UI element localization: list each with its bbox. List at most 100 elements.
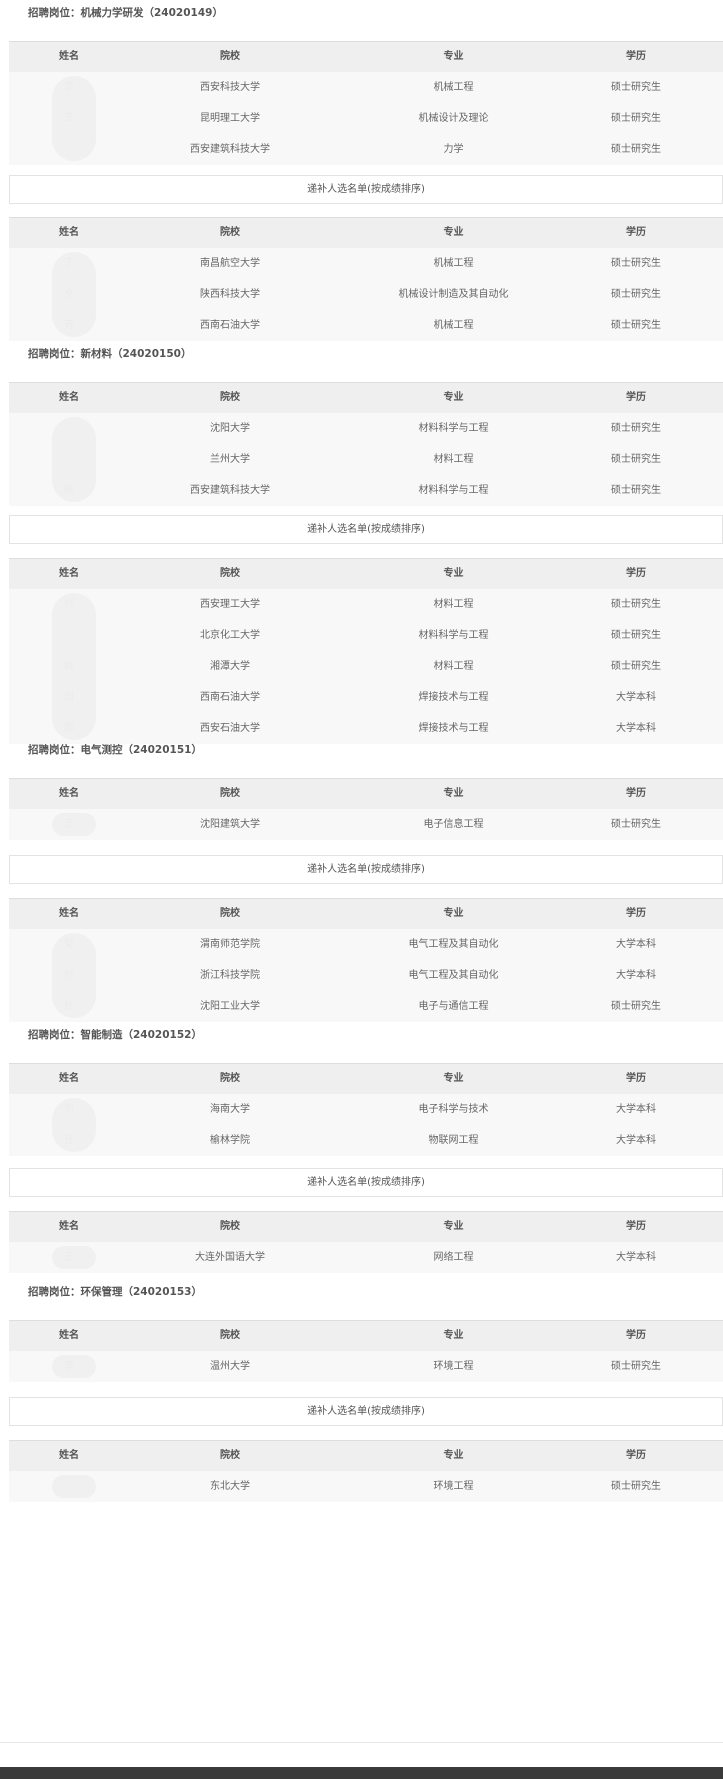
cell-major: 网络工程: [433, 1252, 474, 1263]
hired-table: 姓名院校专业学历刘海南大学电子科学与技术大学本科任榆林学院物联网工程大学本科: [0, 1063, 723, 1156]
cell-major: 材料工程: [433, 599, 474, 610]
cell-degree: 大学本科: [616, 970, 656, 981]
cell-degree: 大学本科: [616, 1252, 656, 1263]
section-title: 招聘岗位：环保管理（24020153）: [28, 1286, 202, 1298]
backup-table: 姓名 院校 专业 学历 东北大学 环境工程 硕士研究生: [0, 1440, 723, 1502]
cell-degree: 大学本科: [616, 939, 656, 950]
cell-school: 西安建筑科技大学: [190, 144, 270, 155]
cell-major: 力学: [443, 144, 464, 155]
column-header-major: 专业: [443, 1450, 464, 1461]
cell-degree: 大学本科: [616, 692, 656, 703]
name-redaction-blur: [52, 1098, 96, 1152]
backup-table: 姓名院校专业学历丁南昌航空大学机械工程硕士研究生仝陕西科技大学机械设计制造及其自…: [0, 217, 723, 341]
cell-major: 机械设计制造及其自动化: [398, 289, 509, 300]
cell-major: 机械工程: [433, 320, 474, 331]
name-redaction-blur: [52, 76, 96, 161]
table-header: 姓名 院校 专业 学历: [9, 217, 723, 248]
cell-school: 陕西科技大学: [200, 289, 260, 300]
column-header-name: 姓名: [59, 568, 79, 579]
table-header: 姓名 院校 专业 学历: [9, 898, 723, 929]
column-header-degree: 学历: [626, 1330, 646, 1341]
hired-table: 姓名院校专业学历沈阳大学材料科学与工程硕士研究生兰州大学材料工程硕士研究生熊西安…: [0, 382, 723, 506]
column-header-school: 院校: [220, 392, 240, 403]
table-row: 任榆林学院物联网工程大学本科: [9, 1125, 723, 1156]
table-row: 北京化工大学 材料科学与工程 硕士研究生: [9, 620, 723, 651]
cell-school: 西安石油大学: [200, 723, 260, 734]
table-row: 仝陕西科技大学机械设计制造及其自动化硕士研究生: [9, 279, 723, 310]
cell-degree: 硕士研究生: [611, 1361, 661, 1372]
cell-degree: 大学本科: [616, 723, 656, 734]
backup-table: 姓名院校专业学历王大连外国语大学网络工程大学本科: [0, 1211, 723, 1273]
backup-list-label: 递补人选名单(按成绩排序): [9, 1168, 723, 1197]
cell-degree: 硕士研究生: [611, 599, 661, 610]
table-row: 丁南昌航空大学机械工程硕士研究生: [9, 248, 723, 279]
column-header-name: 姓名: [59, 1330, 79, 1341]
cell-school: 湘潭大学: [210, 661, 250, 672]
table-row: 苏西南石油大学机械工程硕士研究生: [9, 310, 723, 341]
cell-school: 西南石油大学: [200, 692, 260, 703]
table-row: 西安建筑科技大学 力学 硕士研究生: [9, 134, 723, 165]
column-header-school: 院校: [220, 1330, 240, 1341]
table-row: 东北大学 环境工程 硕士研究生: [9, 1471, 723, 1502]
table-row: 付西安理工大学材料工程硕士研究生: [9, 589, 723, 620]
backup-table: 姓名院校专业学历党渭南师范学院电气工程及其自动化大学本科赵浙江科技学院电气工程及…: [0, 898, 723, 1022]
column-header-name: 姓名: [59, 1221, 79, 1232]
cell-school: 榆林学院: [210, 1135, 250, 1146]
column-header-major: 专业: [443, 392, 464, 403]
column-header-degree: 学历: [626, 227, 646, 238]
table-row: 刘海南大学电子科学与技术大学本科: [9, 1094, 723, 1125]
cell-school: 沈阳建筑大学: [200, 819, 260, 830]
column-header-major: 专业: [443, 51, 464, 62]
table-body: 李西安科技大学机械工程硕士研究生王昆明理工大学机械设计及理论硕士研究生西安建筑科…: [0, 72, 723, 165]
name-redaction-blur: [52, 417, 96, 502]
cell-school: 西安建筑科技大学: [190, 485, 270, 496]
cell-degree: 硕士研究生: [611, 819, 661, 830]
cell-school: 东北大学: [210, 1481, 250, 1492]
table-row: 王大连外国语大学网络工程大学本科: [9, 1242, 723, 1273]
column-header-name: 姓名: [59, 51, 79, 62]
cell-major: 电气工程及其自动化: [408, 970, 499, 981]
column-header-name: 姓名: [59, 908, 79, 919]
table-row: 王沈阳建筑大学电子信息工程硕士研究生: [9, 809, 723, 840]
table-header: 姓名 院校 专业 学历: [9, 1063, 723, 1094]
table-row: 郭西安石油大学焊接技术与工程大学本科: [9, 713, 723, 744]
column-header-degree: 学历: [626, 908, 646, 919]
column-header-name: 姓名: [59, 227, 79, 238]
column-header-major: 专业: [443, 1330, 464, 1341]
cell-major: 材料科学与工程: [418, 485, 489, 496]
cell-degree: 大学本科: [616, 1135, 656, 1146]
name-redaction-blur: [52, 813, 96, 836]
table-header: 姓名 院校 专业 学历: [9, 382, 723, 413]
cell-school: 大连外国语大学: [195, 1252, 265, 1263]
column-header-major: 专业: [443, 1221, 464, 1232]
table-row: 王昆明理工大学机械设计及理论硕士研究生: [9, 103, 723, 134]
column-header-school: 院校: [220, 568, 240, 579]
cell-major: 焊接技术与工程: [418, 692, 489, 703]
column-header-degree: 学历: [626, 392, 646, 403]
name-redaction-blur: [52, 933, 96, 1018]
cell-major: 电子信息工程: [423, 819, 484, 830]
cell-major: 材料科学与工程: [418, 630, 489, 641]
section-title: 招聘岗位：电气测控（24020151）: [28, 744, 202, 756]
cell-degree: 硕士研究生: [611, 1001, 661, 1012]
table-body: 东北大学 环境工程 硕士研究生: [0, 1471, 723, 1502]
column-header-name: 姓名: [59, 788, 79, 799]
column-header-name: 姓名: [59, 392, 79, 403]
cell-school: 西安理工大学: [200, 599, 260, 610]
column-header-school: 院校: [220, 788, 240, 799]
page-footer: [0, 1767, 723, 1779]
cell-major: 材料科学与工程: [418, 423, 489, 434]
cell-degree: 硕士研究生: [611, 454, 661, 465]
cell-degree: 硕士研究生: [611, 113, 661, 124]
table-row: 周西南石油大学焊接技术与工程大学本科: [9, 682, 723, 713]
cell-major: 物联网工程: [428, 1135, 479, 1146]
section-title: 招聘岗位：新材料（24020150）: [28, 348, 192, 360]
table-header: 姓名 院校 专业 学历: [9, 1440, 723, 1471]
table-body: 刘海南大学电子科学与技术大学本科任榆林学院物联网工程大学本科: [0, 1094, 723, 1156]
name-redaction-blur: [52, 252, 96, 337]
table-header: 姓名 院校 专业 学历: [9, 778, 723, 809]
section-title: 招聘岗位：智能制造（24020152）: [28, 1029, 202, 1041]
cell-major: 机械设计及理论: [418, 113, 489, 124]
column-header-school: 院校: [220, 1221, 240, 1232]
cell-major: 材料工程: [433, 661, 474, 672]
